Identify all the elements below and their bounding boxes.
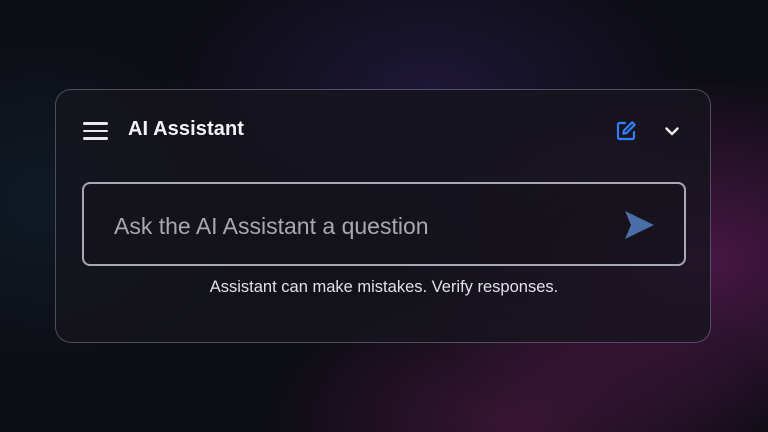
collapse-button[interactable]	[662, 121, 682, 141]
assistant-panel: AI Assistant Assistant can make mistakes…	[55, 89, 711, 343]
disclaimer-text: Assistant can make mistakes. Verify resp…	[209, 278, 559, 296]
panel-title: AI Assistant	[128, 118, 245, 140]
chevron-down-icon	[665, 127, 679, 136]
edit-note-icon	[616, 121, 636, 141]
send-button[interactable]	[622, 208, 656, 242]
new-chat-button[interactable]	[614, 119, 638, 143]
hamburger-menu-icon[interactable]	[83, 121, 109, 141]
question-input[interactable]	[112, 210, 596, 242]
question-input-box[interactable]	[82, 182, 686, 266]
send-icon	[625, 211, 654, 239]
